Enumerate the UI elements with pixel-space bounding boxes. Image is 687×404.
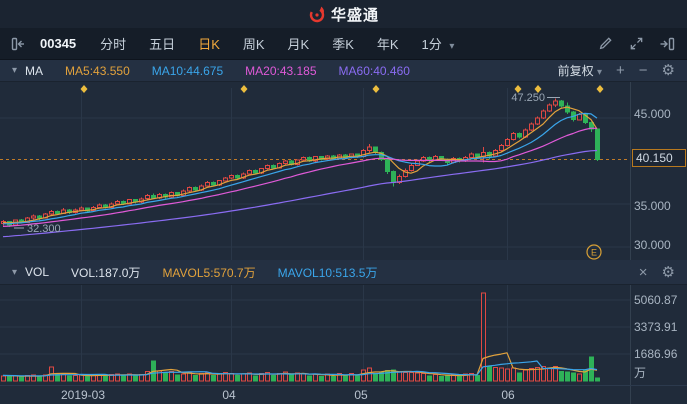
ma60-value: MA60:40.460 xyxy=(338,63,410,78)
tab-daily-k[interactable]: 日K xyxy=(198,34,220,53)
current-price-badge: 40.150 xyxy=(632,149,686,167)
adjust-type-dropdown[interactable]: 前复权 ▾ xyxy=(558,62,602,79)
tab-one-minute[interactable]: 1分 ▾ xyxy=(422,34,455,53)
tab-monthly-k[interactable]: 月K xyxy=(288,34,310,53)
logo-flame-icon xyxy=(309,6,325,23)
tab-five-day[interactable]: 五日 xyxy=(149,34,175,53)
vol-axis-label: 1686.96 xyxy=(634,347,678,361)
vol-indicator-row: ▾ VOL VOL:187.0万 MAVOL5:570.7万 MAVOL10:5… xyxy=(0,260,687,285)
period-tabs: 分时 五日 日K 周K 月K 季K 年K 1分 ▾ xyxy=(100,34,454,53)
vol-axis-label: 5060.87 xyxy=(634,293,678,307)
fullscreen-expand-icon[interactable] xyxy=(628,36,644,52)
app-logo: 华盛通 xyxy=(308,4,379,25)
tab-yearly-k[interactable]: 年K xyxy=(377,34,399,53)
ma-collapse-caret-icon[interactable]: ▾ xyxy=(12,65,17,76)
draw-pencil-icon[interactable] xyxy=(597,36,613,52)
ma-indicator-row: ▾ MA MA5:43.550 MA10:44.675 MA20:43.185 … xyxy=(0,60,687,82)
tab-quarterly-k[interactable]: 季K xyxy=(332,34,354,53)
chart-toolbar: 00345 分时 五日 日K 周K 月K 季K 年K 1分 ▾ xyxy=(0,28,687,60)
mavol5-value: MAVOL5:570.7万 xyxy=(162,265,256,280)
toolbar-right-actions xyxy=(597,36,687,52)
mavol10-value: MAVOL10:513.5万 xyxy=(277,265,378,280)
axis-separator xyxy=(630,386,631,404)
x-axis-label: 06 xyxy=(501,388,515,402)
svg-text:E: E xyxy=(591,248,597,258)
price-axis-label: 45.000 xyxy=(634,107,671,121)
ma5-value: MA5:43.550 xyxy=(65,63,130,78)
zoom-in-button[interactable]: + xyxy=(616,63,625,78)
vol-row-actions: × ⚙ xyxy=(639,265,687,280)
main-chart-pane: 47.250 32.300 E 45.000 40.150 35.000 30.00… xyxy=(0,82,687,260)
stock-chart-window: 华盛通 00345 分时 五日 日K 周K 月K 季K 年K 1分 ▾ ▾ MA… xyxy=(0,0,687,404)
price-axis-label: 30.000 xyxy=(634,238,671,252)
x-axis-label: 05 xyxy=(354,388,368,402)
ma10-value: MA10:44.675 xyxy=(151,63,224,78)
ma-row-actions: 前复权 ▾ + − ⚙ xyxy=(558,62,687,79)
price-axis-label: 35.000 xyxy=(634,199,671,213)
x-axis-label: 2019-03 xyxy=(60,388,106,402)
collapse-right-panel-icon[interactable] xyxy=(659,36,675,52)
vol-axis-label: 3373.91 xyxy=(634,320,678,334)
x-axis-label: 04 xyxy=(222,388,236,402)
chevron-down-icon: ▾ xyxy=(596,67,603,78)
gear-icon[interactable]: ⚙ xyxy=(662,265,675,280)
stock-code: 00345 xyxy=(40,36,77,51)
svg-text:32.300: 32.300 xyxy=(27,223,61,235)
time-axis: 2019-03 04 05 06 xyxy=(0,385,687,404)
collapse-left-panel-icon[interactable] xyxy=(10,36,26,52)
adjust-type-label: 前复权 xyxy=(557,64,594,78)
chevron-down-icon: ▾ xyxy=(449,41,455,52)
app-title: 华盛通 xyxy=(330,6,379,24)
svg-text:47.250: 47.250 xyxy=(511,92,545,104)
close-icon[interactable]: × xyxy=(639,265,648,280)
vol-axis-unit: 万 xyxy=(634,366,647,380)
vol-collapse-caret-icon[interactable]: ▾ xyxy=(12,267,17,278)
vol-value: VOL:187.0万 xyxy=(71,265,141,280)
zoom-out-button[interactable]: − xyxy=(639,63,648,78)
volume-chart-pane: 5060.87 3373.91 1686.96 万 xyxy=(0,285,687,385)
vol-title: VOL xyxy=(25,265,50,279)
tab-weekly-k[interactable]: 周K xyxy=(243,34,265,53)
candlestick-canvas[interactable]: 47.250 32.300 E xyxy=(0,82,687,260)
gear-icon[interactable]: ⚙ xyxy=(662,63,675,78)
titlebar: 华盛通 xyxy=(0,0,687,28)
tab-one-minute-label: 1分 xyxy=(421,37,442,52)
tab-minute[interactable]: 分时 xyxy=(100,34,126,53)
volume-canvas[interactable] xyxy=(0,285,687,385)
ma20-value: MA20:43.185 xyxy=(245,63,317,78)
ma-title: MA xyxy=(25,63,44,78)
